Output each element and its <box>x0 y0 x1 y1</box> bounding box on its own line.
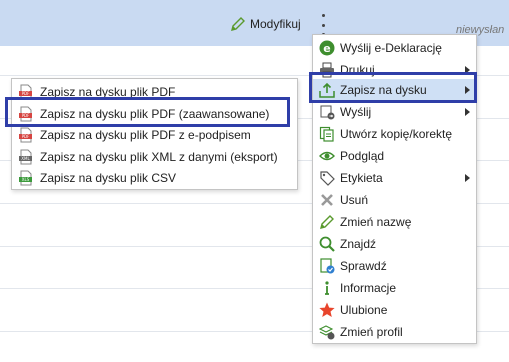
profile-layers-icon <box>319 325 335 340</box>
pencil-icon <box>320 215 334 229</box>
menu-item-rename[interactable]: Zmień nazwę <box>313 211 476 233</box>
menu-item-label[interactable]: Etykieta <box>313 167 476 189</box>
chevron-right-icon <box>465 66 470 74</box>
menu-item-delete[interactable]: Usuń <box>313 189 476 211</box>
delete-x-icon <box>321 194 333 206</box>
svg-text:e: e <box>323 42 330 55</box>
menu-item-check[interactable]: Sprawdź <box>313 255 476 277</box>
menu-item-print[interactable]: Drukuj <box>313 59 476 81</box>
chevron-right-icon <box>465 174 470 182</box>
save-to-disk-icon <box>319 82 335 98</box>
xml-file-icon: XML <box>19 149 32 165</box>
csv-file-icon: XLS <box>19 170 32 186</box>
tag-icon <box>320 171 335 186</box>
pdf-file-icon: PDF <box>19 106 32 122</box>
save-pdf-signature-item[interactable]: PDF Zapisz na dysku plik PDF z e-podpise… <box>12 125 297 145</box>
e-declaration-icon: e <box>319 40 335 56</box>
save-csv-item[interactable]: XLS Zapisz na dysku plik CSV <box>12 168 297 188</box>
save-xml-label: Zapisz na dysku plik XML z danymi (ekspo… <box>40 150 278 164</box>
send-icon <box>320 105 335 120</box>
save-to-disk-submenu: PDF Zapisz na dysku plik PDF PDF Zapisz … <box>11 78 298 190</box>
menu-item-change-profile[interactable]: Zmień profil <box>313 321 476 343</box>
copy-document-icon <box>319 126 334 142</box>
svg-text:PDF: PDF <box>22 134 30 139</box>
pencil-icon <box>231 17 245 31</box>
save-csv-label: Zapisz na dysku plik CSV <box>40 171 177 185</box>
svg-text:XML: XML <box>21 156 30 161</box>
modify-label: Modyfikuj <box>250 17 301 31</box>
chevron-right-icon <box>465 108 470 116</box>
info-icon <box>325 281 329 295</box>
save-xml-item[interactable]: XML Zapisz na dysku plik XML z danymi (e… <box>12 147 297 167</box>
menu-item-info[interactable]: Informacje <box>313 277 476 299</box>
save-pdf-label: Zapisz na dysku plik PDF <box>40 85 176 99</box>
magnifier-icon <box>319 236 335 252</box>
eye-icon <box>319 151 335 161</box>
menu-item-preview[interactable]: Podgląd <box>313 145 476 167</box>
menu-item-favorites[interactable]: Ulubione <box>313 299 476 321</box>
chevron-right-icon <box>465 86 470 94</box>
svg-text:XLS: XLS <box>22 177 30 182</box>
pdf-file-icon: PDF <box>19 84 32 100</box>
menu-item-find[interactable]: Znajdź <box>313 233 476 255</box>
context-menu: e Wyślij e-Deklarację Drukuj Zapisz na d… <box>312 34 477 344</box>
pdf-file-icon: PDF <box>19 127 32 143</box>
save-pdf-signature-label: Zapisz na dysku plik PDF z e-podpisem <box>40 128 251 142</box>
more-options-icon[interactable] <box>318 14 328 36</box>
menu-item-send[interactable]: Wyślij <box>313 101 476 123</box>
menu-item-save-to-disk[interactable]: Zapisz na dysku <box>313 79 476 101</box>
svg-text:PDF: PDF <box>22 91 30 96</box>
menu-item-create-copy[interactable]: Utwórz kopię/korektę <box>313 123 476 145</box>
save-pdf-advanced-label: Zapisz na dysku plik PDF (zaawansowane) <box>40 107 270 121</box>
save-pdf-item[interactable]: PDF Zapisz na dysku plik PDF <box>12 82 297 102</box>
printer-icon <box>320 62 334 78</box>
modify-button[interactable]: Modyfikuj <box>230 14 301 34</box>
save-pdf-advanced-item[interactable]: PDF Zapisz na dysku plik PDF (zaawansowa… <box>12 104 297 124</box>
menu-item-send-edeclaration[interactable]: e Wyślij e-Deklarację <box>313 37 476 59</box>
svg-text:PDF: PDF <box>22 113 30 118</box>
check-document-icon <box>320 258 335 274</box>
star-icon <box>319 302 335 317</box>
